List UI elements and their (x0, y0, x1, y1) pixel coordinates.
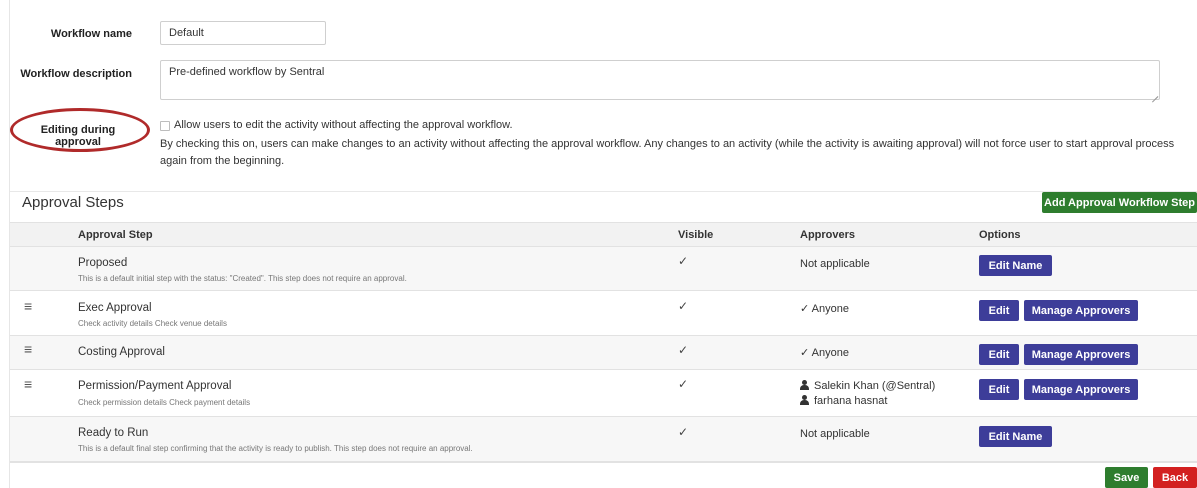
person-icon (800, 395, 809, 405)
step-approvers: ✓ Anyone (800, 303, 849, 315)
manage-approvers-button[interactable]: Manage Approvers (1024, 344, 1138, 365)
visible-checkmark-icon: ✓ (678, 425, 689, 439)
column-header-approval-step: Approval Step (78, 229, 153, 241)
column-header-approvers: Approvers (800, 229, 856, 241)
step-name: Ready to Run (78, 427, 149, 439)
step-approvers: Not applicable (800, 258, 870, 270)
manage-approvers-button[interactable]: Manage Approvers (1024, 379, 1138, 400)
drag-handle-icon[interactable]: ≡ (24, 376, 32, 392)
column-header-options: Options (979, 229, 1021, 241)
allow-edit-checkbox[interactable] (160, 121, 170, 131)
approval-steps-title: Approval Steps (22, 194, 124, 211)
allow-edit-checkbox-label[interactable]: Allow users to edit the activity without… (174, 119, 513, 131)
highlight-annotation-circle (10, 108, 150, 152)
edit-button[interactable]: Edit (979, 379, 1019, 400)
edit-name-button[interactable]: Edit Name (979, 255, 1052, 276)
step-description: This is a default initial step with the … (78, 274, 407, 283)
workflow-description-label: Workflow description (20, 68, 132, 80)
edit-button[interactable]: Edit (979, 300, 1019, 321)
visible-checkmark-icon: ✓ (678, 343, 689, 357)
step-name: Permission/Payment Approval (78, 380, 232, 392)
step-approvers: Not applicable (800, 428, 870, 440)
footer-divider (10, 462, 1197, 463)
workflow-name-input[interactable] (160, 21, 326, 45)
workflow-description-input[interactable]: Pre-defined workflow by Sentral (160, 60, 1160, 100)
back-button[interactable]: Back (1153, 467, 1197, 488)
drag-handle-icon[interactable]: ≡ (24, 341, 32, 357)
step-approvers: ✓ Anyone (800, 347, 849, 359)
step-description: Check permission details Check payment d… (78, 398, 251, 407)
approver-name: farhana hasnat (814, 395, 888, 407)
approval-steps-section-bar (10, 191, 1197, 217)
edit-name-button[interactable]: Edit Name (979, 426, 1052, 447)
visible-checkmark-icon: ✓ (678, 254, 689, 268)
add-approval-workflow-step-button[interactable]: Add Approval Workflow Step (1042, 192, 1197, 213)
edit-button[interactable]: Edit (979, 344, 1019, 365)
manage-approvers-button[interactable]: Manage Approvers (1024, 300, 1138, 321)
step-description: Check activity details Check venue detai… (78, 319, 227, 328)
step-description: This is a default final step confirming … (78, 444, 473, 453)
workflow-name-label: Workflow name (50, 28, 132, 40)
save-button[interactable]: Save (1105, 467, 1148, 488)
editing-help-text: By checking this on, users can make chan… (160, 138, 1175, 167)
column-header-visible: Visible (678, 229, 714, 241)
step-name: Costing Approval (78, 346, 165, 358)
step-name: Proposed (78, 257, 128, 269)
visible-checkmark-icon: ✓ (678, 299, 689, 313)
visible-checkmark-icon: ✓ (678, 377, 689, 391)
approver-item: Salekin Khan (@Sentral) (800, 380, 935, 392)
person-icon (800, 380, 809, 390)
approver-item: farhana hasnat (800, 395, 887, 407)
step-name: Exec Approval (78, 302, 152, 314)
approver-name: Salekin Khan (@Sentral) (814, 380, 936, 392)
drag-handle-icon[interactable]: ≡ (24, 298, 32, 314)
